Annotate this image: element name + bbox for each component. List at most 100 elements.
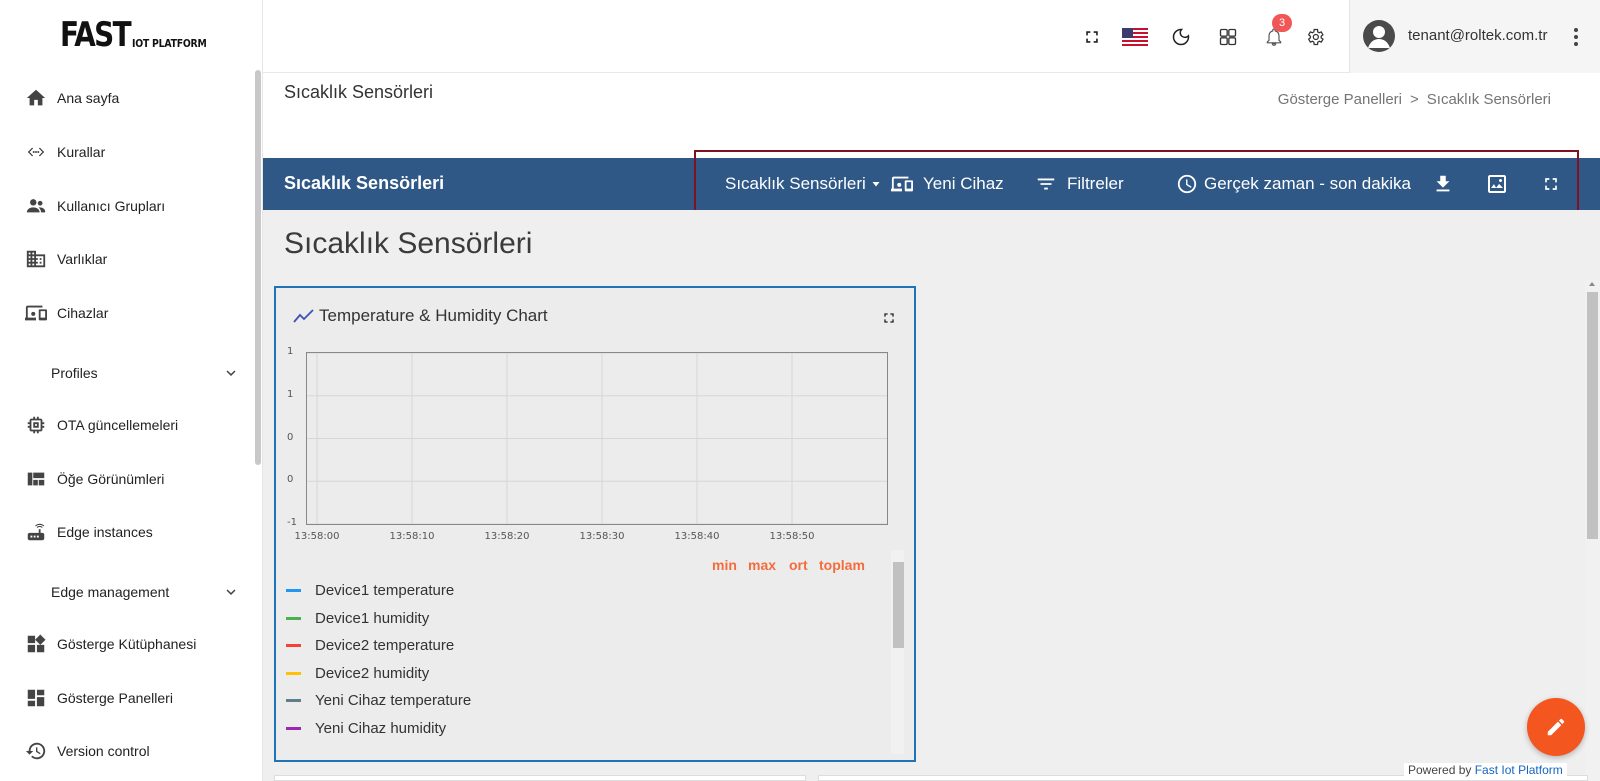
settings-gear-icon[interactable] (1303, 25, 1327, 49)
view-quilt-icon (24, 467, 48, 491)
export-button[interactable] (1432, 158, 1454, 210)
legend-label: Device1 humidity (315, 609, 430, 627)
sidebar-item-user-groups[interactable]: Kullanıcı Grupları (0, 186, 255, 226)
page-header: Sıcaklık Sensörleri Gösterge Panelleri > S… (263, 73, 1600, 158)
devices-icon (24, 301, 48, 325)
legend-label: Device2 humidity (315, 664, 430, 682)
widgets-icon (24, 632, 48, 656)
legend-item[interactable]: Device1 humidity (286, 610, 429, 627)
legend-item[interactable]: Device2 temperature (286, 637, 454, 654)
x-tick-label: 13:58:30 (579, 531, 625, 542)
y-tick-label: 0 (287, 431, 294, 443)
legend-item[interactable]: Yeni Cihaz temperature (286, 692, 471, 709)
breadcrumb-link-dashboards[interactable]: Gösterge Panelleri (1278, 91, 1402, 108)
x-tick-label: 13:58:00 (294, 531, 340, 542)
sidebar-item-label: Profiles (51, 365, 98, 381)
apps-grid-icon[interactable] (1216, 25, 1240, 49)
user-menu[interactable]: tenant@roltek.com.tr (1349, 0, 1600, 73)
sidebar-item-home[interactable]: Ana sayfa (0, 78, 255, 118)
y-tick-label: -1 (287, 517, 297, 528)
legend-swatch (286, 616, 301, 620)
chart-svg (307, 352, 887, 525)
image-icon (1488, 175, 1506, 193)
powered-by-brand-link[interactable]: Fast Iot Platform (1475, 763, 1563, 777)
x-tick-label: 13:58:20 (484, 531, 530, 542)
legend-item[interactable]: Device2 humidity (286, 665, 429, 682)
sidebar-item-label: Cihazlar (57, 305, 109, 321)
chart-widget[interactable]: Temperature & Humidity Chart 1 1 0 0 -1 13:5… (274, 286, 916, 762)
sidebar-item-rules[interactable]: Kurallar (0, 132, 255, 172)
main-scrollbar-thumb[interactable] (1587, 292, 1598, 539)
logo-text: FAST (60, 15, 132, 55)
legend-swatch (286, 726, 301, 730)
fullscreen-icon (1545, 178, 1557, 190)
sidebar-item-label: Gösterge Panelleri (57, 690, 173, 706)
dashboard-heading: Sıcaklık Sensörleri (284, 227, 533, 260)
edit-dashboard-button[interactable] (1527, 698, 1585, 756)
memory-chip-icon (24, 413, 48, 437)
sidebar-item-label: Edge instances (57, 524, 153, 540)
legend-item[interactable]: Device1 temperature (286, 582, 454, 599)
timewindow-button[interactable]: Gerçek zaman - son dakika (1176, 158, 1411, 210)
widget-fullscreen-icon[interactable] (881, 310, 897, 326)
x-tick-label: 13:58:10 (389, 531, 435, 542)
chevron-down-icon (226, 370, 236, 376)
fullscreen-icon[interactable] (1080, 25, 1104, 49)
dashboard-fullscreen-button[interactable] (1541, 158, 1561, 210)
filters-button[interactable]: Filtreler (1035, 158, 1124, 210)
us-flag-icon[interactable] (1121, 25, 1149, 49)
x-tick-label: 13:58:40 (674, 531, 720, 542)
legend-label: Yeni Cihaz humidity (315, 719, 447, 737)
sidebar-item-profiles[interactable]: Profiles (0, 353, 255, 393)
legend-header-avg: ort (789, 557, 808, 573)
legend-header-max: max (748, 557, 777, 573)
sidebar-item-label: OTA güncellemeleri (57, 417, 179, 433)
caret-down-icon (872, 182, 880, 187)
scroll-up-arrow-icon[interactable] (1589, 282, 1595, 286)
page-title: Sıcaklık Sensörleri (284, 82, 434, 102)
sidebar-item-edge-management[interactable]: Edge management (0, 572, 255, 612)
sidebar-item-ota-updates[interactable]: OTA güncellemeleri (0, 405, 255, 445)
x-tick-label: 13:58:50 (769, 531, 815, 542)
notification-count-badge: 3 (1272, 14, 1292, 32)
top-header: 3 tenant@roltek.com.tr (263, 0, 1600, 73)
new-device-button[interactable]: Yeni Cihaz (890, 158, 1004, 210)
legend-header-min: min (712, 557, 737, 573)
image-export-button[interactable] (1485, 158, 1509, 210)
more-vert-icon[interactable] (1570, 26, 1582, 48)
state-select-label: Sıcaklık Sensörleri (725, 174, 866, 193)
legend-item[interactable]: Yeni Cihaz humidity (286, 720, 446, 737)
widget-card-partial (274, 775, 806, 781)
sidebar-item-label: Edge management (51, 584, 170, 600)
sidebar-item-widget-views[interactable]: Öğe Görünümleri (0, 459, 255, 499)
legend-scrollbar-thumb[interactable] (893, 562, 904, 648)
sidebar-item-label: Ana sayfa (57, 90, 120, 106)
sidebar-item-label: Kurallar (57, 144, 106, 160)
sidebar-item-version-control[interactable]: Version control (0, 731, 255, 771)
clock-icon (1177, 174, 1197, 194)
breadcrumb-current: Sıcaklık Sensörleri (1426, 91, 1551, 108)
dark-mode-icon[interactable] (1169, 25, 1193, 49)
dashboard-state-select[interactable]: Sıcaklık Sensörleri (725, 158, 882, 210)
sidebar-item-devices[interactable]: Cihazlar (0, 293, 255, 333)
legend-header-total: toplam (819, 557, 865, 573)
user-email: tenant@roltek.com.tr (1408, 27, 1548, 44)
sidebar-item-edge-instances[interactable]: Edge instances (0, 512, 255, 552)
widget-title: Temperature & Humidity Chart (319, 306, 548, 325)
filter-list-icon (1037, 178, 1055, 190)
sidebar-item-assets[interactable]: Varlıklar (0, 239, 255, 279)
powered-by-text: Powered by (1408, 763, 1472, 777)
rule-chain-icon (24, 140, 48, 164)
sidebar-item-dashboards[interactable]: Gösterge Panelleri (0, 678, 255, 718)
sidebar-item-widget-library[interactable]: Gösterge Kütüphanesi (0, 624, 255, 664)
y-tick-label: 0 (287, 474, 294, 486)
legend-label: Device1 temperature (315, 582, 455, 599)
logo[interactable]: FAST IOT PLATFORM (60, 18, 220, 52)
chevron-down-icon (226, 589, 236, 595)
download-icon (1436, 175, 1450, 192)
history-icon (24, 739, 48, 763)
legend-swatch (286, 589, 301, 592)
sidebar-scrollbar[interactable] (255, 70, 261, 465)
domain-icon (24, 247, 48, 271)
powered-by-footer: Powered by Fast Iot Platform (1404, 763, 1567, 777)
